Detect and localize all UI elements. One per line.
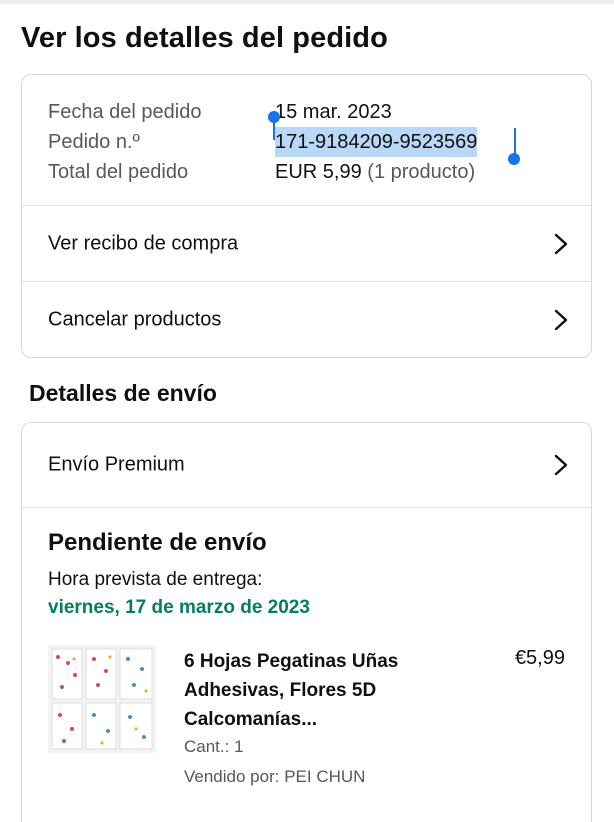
product-image[interactable] — [48, 645, 156, 753]
order-total-amount: EUR 5,99 — [275, 161, 362, 183]
page-title: Ver los detalles del pedido — [21, 22, 388, 54]
order-date-value: 15 mar. 2023 — [275, 101, 392, 123]
order-total-count: (1 producto) — [367, 161, 476, 183]
order-date-row: Fecha del pedido 15 mar. 2023 — [48, 97, 571, 127]
product-quantity: Cant.: 1 — [184, 737, 244, 756]
top-edge — [0, 0, 614, 4]
selection-handle-start[interactable] — [268, 111, 280, 123]
order-number-value[interactable]: 171-9184209-9523569 — [275, 127, 478, 157]
divider — [22, 507, 591, 508]
shipping-section-title: Detalles de envío — [29, 380, 217, 406]
shipment-status-title: Pendiente de envío — [48, 529, 267, 556]
chevron-right-icon — [554, 233, 568, 254]
product-price: €5,99 — [514, 647, 565, 669]
product-seller: Vendido por: PEI CHUN — [184, 767, 366, 786]
chevron-right-icon — [554, 309, 568, 330]
shipping-card: Envío Premium Pendiente de envío Hora pr… — [21, 422, 592, 822]
delivery-estimate-label: Hora prevista de entrega: — [48, 569, 263, 590]
cancel-products-row[interactable]: Cancelar productos — [22, 281, 591, 357]
order-summary-card: Fecha del pedido 15 mar. 2023 Pedido n.º… — [21, 74, 592, 358]
selection-handle-end[interactable] — [508, 153, 520, 165]
order-total-label: Total del pedido — [48, 161, 189, 183]
selection-caret-end — [514, 128, 516, 156]
order-info: Fecha del pedido 15 mar. 2023 Pedido n.º… — [48, 97, 571, 187]
order-total-row: Total del pedido EUR 5,99 (1 producto) — [48, 157, 571, 187]
delivery-estimate-date: viernes, 17 de marzo de 2023 — [48, 597, 310, 618]
chevron-right-icon — [554, 454, 568, 476]
order-number-label: Pedido n.º — [48, 131, 140, 153]
order-total-value: EUR 5,99 (1 producto) — [275, 157, 475, 187]
order-date-label: Fecha del pedido — [48, 101, 202, 123]
view-receipt-row[interactable]: Ver recibo de compra — [22, 205, 591, 281]
cancel-products-label: Cancelar productos — [48, 308, 222, 330]
shipping-method-label: Envío Premium — [48, 453, 185, 476]
order-number-row: Pedido n.º 171-9184209-9523569 — [48, 127, 571, 157]
product-title-link[interactable]: 6 Hojas Pegatinas Uñas Adhesivas, Flores… — [184, 647, 484, 734]
product-thumbnail — [48, 645, 156, 753]
view-receipt-label: Ver recibo de compra — [48, 232, 239, 254]
shipping-method-row[interactable]: Envío Premium — [22, 423, 591, 507]
